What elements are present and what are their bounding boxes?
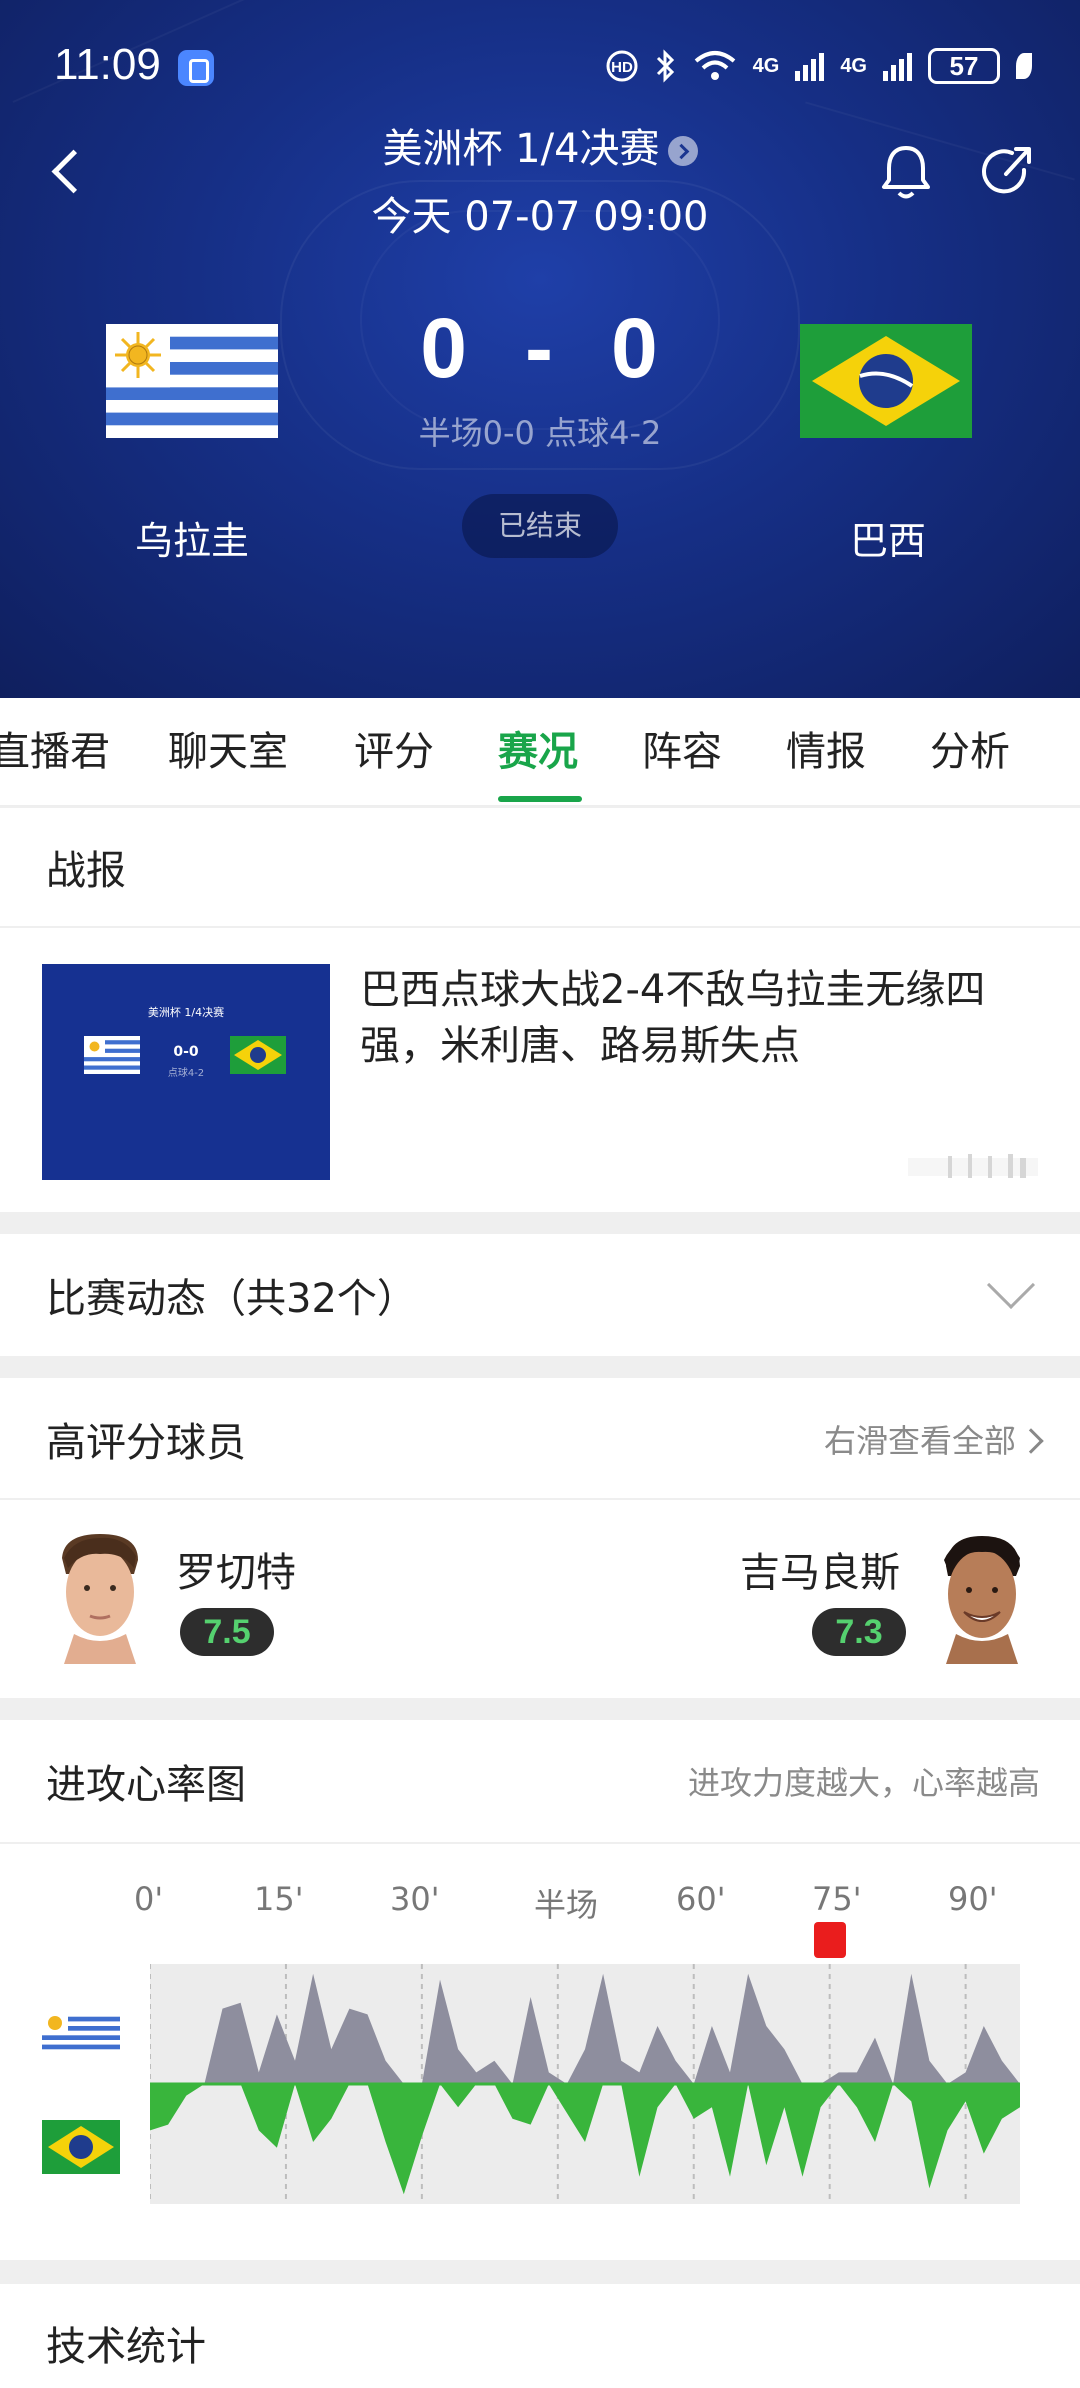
player-avatar-away <box>944 1536 1020 1664</box>
tab-live[interactable]: 直播君 <box>0 698 110 806</box>
goal-marker[interactable] <box>814 1922 846 1958</box>
match-events-row[interactable]: 比赛动态（共32个） <box>0 1234 1080 1356</box>
uruguay-legend-flag <box>42 2012 120 2054</box>
tab-chatroom[interactable]: 聊天室 <box>168 698 288 806</box>
thumbnail-competition: 美洲杯 1/4决赛 <box>147 1006 225 1019</box>
battery-level: 57 <box>949 50 979 81</box>
heart-rate-title: 进攻心率图 <box>46 1762 246 1808</box>
battery-icon: 57 <box>928 48 1000 84</box>
signal-icon-2 <box>883 51 912 81</box>
report-headline[interactable]: 巴西点球大战2-4不敌乌拉圭无缘四强，米利唐、路易斯失点 <box>360 962 1040 1074</box>
tab-bar: 直播君 聊天室 评分 赛况 阵容 情报 分析 <box>0 698 1080 806</box>
chart-tick-90: 90' <box>948 1880 998 1918</box>
away-score: 0 <box>610 301 660 395</box>
share-icon[interactable] <box>978 140 1038 204</box>
chart-tick-30: 30' <box>390 1880 440 1918</box>
report-section-title: 战报 <box>46 848 126 894</box>
tab-lineup[interactable]: 阵容 <box>642 698 722 806</box>
chart-tick-15: 15' <box>254 1880 304 1918</box>
events-title: 比赛动态（共32个） <box>46 1276 417 1322</box>
report-thumbnail[interactable]: 美洲杯 1/4决赛 0-0 点球4-2 <box>42 964 330 1180</box>
news-decoration <box>908 1154 1038 1178</box>
player-rating-away: 7.3 <box>812 1608 906 1656</box>
chart-tick-0: 0' <box>134 1880 164 1918</box>
match-detail-screen: 11:09 HD 4G 4G 57 美洲杯 1/4决赛 今天 07-07 09:… <box>0 0 1080 2388</box>
match-status-badge: 已结束 <box>462 494 618 558</box>
brazil-flag-small <box>230 1036 286 1074</box>
away-team-name[interactable]: 巴西 <box>758 510 1018 565</box>
top-players-card: 高评分球员 右滑查看全部 <box>0 1378 1080 1698</box>
home-score: 0 <box>420 301 469 395</box>
score-detail: 半场0-0 点球4-2 <box>418 414 662 452</box>
status-time: 11:09 <box>54 40 161 89</box>
hd-icon: HD <box>606 50 638 82</box>
bell-icon[interactable] <box>876 140 936 204</box>
chevron-right-icon <box>1018 1428 1044 1454</box>
wifi-icon <box>694 51 735 80</box>
chart-tick-60: 60' <box>676 1880 726 1918</box>
network-type-2: 4G <box>840 54 867 77</box>
competition-label: 美洲杯 1/4决赛 <box>382 126 660 172</box>
score-separator: - <box>525 301 555 395</box>
thumbnail-score: 0-0 <box>173 1044 199 1060</box>
heart-rate-chart <box>150 1964 1020 2204</box>
thumbnail-penalties: 点球4-2 <box>167 1068 205 1079</box>
tech-stats-card: 技术统计 <box>0 2284 1080 2388</box>
top-players-title: 高评分球员 <box>46 1420 246 1466</box>
tab-intel[interactable]: 情报 <box>786 698 866 806</box>
tech-stats-title: 技术统计 <box>46 2324 206 2370</box>
brazil-legend-flag <box>42 2120 120 2174</box>
tab-analysis[interactable]: 分析 <box>930 698 1010 806</box>
view-all-link[interactable]: 右滑查看全部 <box>823 1416 1044 1462</box>
leaf-icon <box>1016 53 1032 79</box>
tab-match-status[interactable]: 赛况 <box>498 698 578 806</box>
chart-tick-half: 半场 <box>534 1886 599 1924</box>
chart-tick-75: 75' <box>812 1880 862 1918</box>
app-notification-icon <box>178 50 214 86</box>
match-header: 11:09 HD 4G 4G 57 美洲杯 1/4决赛 今天 07-07 09:… <box>0 0 1080 698</box>
status-bar: 11:09 HD 4G 4G 57 <box>0 0 1080 128</box>
home-team-name[interactable]: 乌拉圭 <box>62 510 322 565</box>
player-name-away: 吉马良斯 <box>740 1550 900 1596</box>
player-rating-home: 7.5 <box>180 1608 274 1656</box>
active-tab-indicator <box>498 796 582 802</box>
player-name-home: 罗切特 <box>176 1550 296 1596</box>
player-avatar-home <box>62 1534 138 1664</box>
chevron-right-circle-icon <box>667 136 698 166</box>
heart-rate-note: 进攻力度越大，心率越高 <box>687 1764 1040 1802</box>
signal-icon <box>795 51 825 81</box>
svg-text:HD: HD <box>611 59 633 76</box>
chevron-down-icon <box>986 1260 1036 1310</box>
view-all-label: 右滑查看全部 <box>823 1422 1016 1460</box>
bluetooth-icon <box>656 49 674 83</box>
scoreboard: 0-0 <box>0 300 1080 397</box>
network-type-1: 4G <box>752 54 780 77</box>
tab-ratings[interactable]: 评分 <box>354 698 434 806</box>
